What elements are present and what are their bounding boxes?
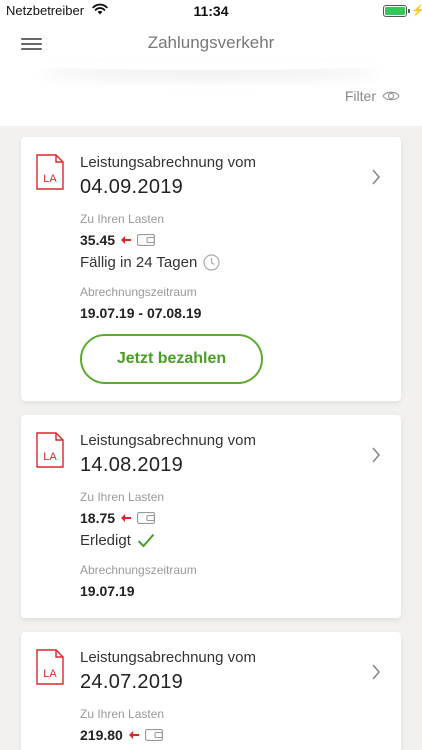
status-text: Fällig in 24 Tagen	[80, 254, 198, 271]
filter-button[interactable]: Filter	[345, 88, 400, 104]
status-text: Erledigt	[80, 532, 131, 549]
period-label: Abrechnungszeitraum	[80, 285, 197, 299]
document-icon-text: LA	[43, 668, 57, 680]
wallet-icon	[137, 512, 155, 524]
amount-row: 219.80	[80, 727, 163, 743]
status-time: 11:34	[193, 3, 229, 19]
amount-row: 35.45	[80, 232, 155, 248]
checkmark-icon	[137, 533, 155, 548]
invoice-amount: 219.80	[80, 727, 123, 743]
invoice-heading: Leistungsabrechnung vom	[80, 649, 256, 666]
debit-arrow-icon	[121, 514, 132, 522]
invoice-amount: 18.75	[80, 510, 116, 526]
debit-arrow-icon	[128, 731, 139, 739]
invoice-date: 04.09.2019	[80, 176, 184, 198]
chevron-right-icon[interactable]	[371, 169, 381, 185]
header-divider-shadow	[40, 60, 380, 70]
page-title: Zahlungsverkehr	[147, 33, 275, 52]
invoice-date: 14.08.2019	[80, 454, 184, 476]
debit-arrow-icon	[121, 236, 132, 244]
document-la-icon: LA	[36, 649, 64, 685]
charge-label: Zu Ihren Lasten	[80, 490, 165, 504]
top-area: Netzbetreiber 11:34 ⚡ Zahlungsverkehr Fi…	[0, 0, 422, 126]
chevron-right-icon[interactable]	[371, 664, 381, 680]
billing-period: 19.07.19	[80, 583, 135, 599]
invoice-card[interactable]: LA Leistungsabrechnung vom 14.08.2019 Zu…	[21, 415, 401, 618]
eye-icon	[382, 91, 400, 101]
charge-label: Zu Ihren Lasten	[80, 707, 165, 721]
status-bar: Netzbetreiber 11:34 ⚡	[0, 0, 422, 22]
amount-row: 18.75	[80, 510, 155, 526]
paid-status: Erledigt	[80, 532, 155, 549]
invoice-heading: Leistungsabrechnung vom	[80, 432, 256, 449]
invoice-card[interactable]: LA Leistungsabrechnung vom 24.07.2019 Zu…	[21, 632, 401, 750]
battery-tip	[408, 9, 410, 13]
period-label: Abrechnungszeitraum	[80, 563, 197, 577]
invoice-heading: Leistungsabrechnung vom	[80, 154, 256, 171]
chevron-right-icon[interactable]	[371, 447, 381, 463]
battery-icon	[383, 5, 407, 17]
charging-bolt-icon: ⚡	[411, 5, 422, 17]
document-icon-text: LA	[43, 173, 57, 185]
charge-label: Zu Ihren Lasten	[80, 212, 165, 226]
filter-label: Filter	[344, 88, 376, 104]
document-la-icon: LA	[36, 154, 64, 190]
clock-icon	[203, 254, 220, 271]
due-status: Fällig in 24 Tagen	[80, 254, 220, 271]
pay-now-button[interactable]: Jetzt bezahlen	[80, 334, 263, 384]
invoice-card[interactable]: LA Leistungsabrechnung vom 04.09.2019 Zu…	[21, 137, 401, 401]
document-icon-text: LA	[43, 451, 57, 463]
billing-period: 19.07.19 - 07.08.19	[80, 305, 202, 321]
invoice-date: 24.07.2019	[80, 671, 184, 693]
invoice-amount: 35.45	[80, 232, 116, 248]
document-la-icon: LA	[36, 432, 64, 468]
wallet-icon	[137, 234, 155, 246]
wallet-icon	[144, 729, 163, 741]
